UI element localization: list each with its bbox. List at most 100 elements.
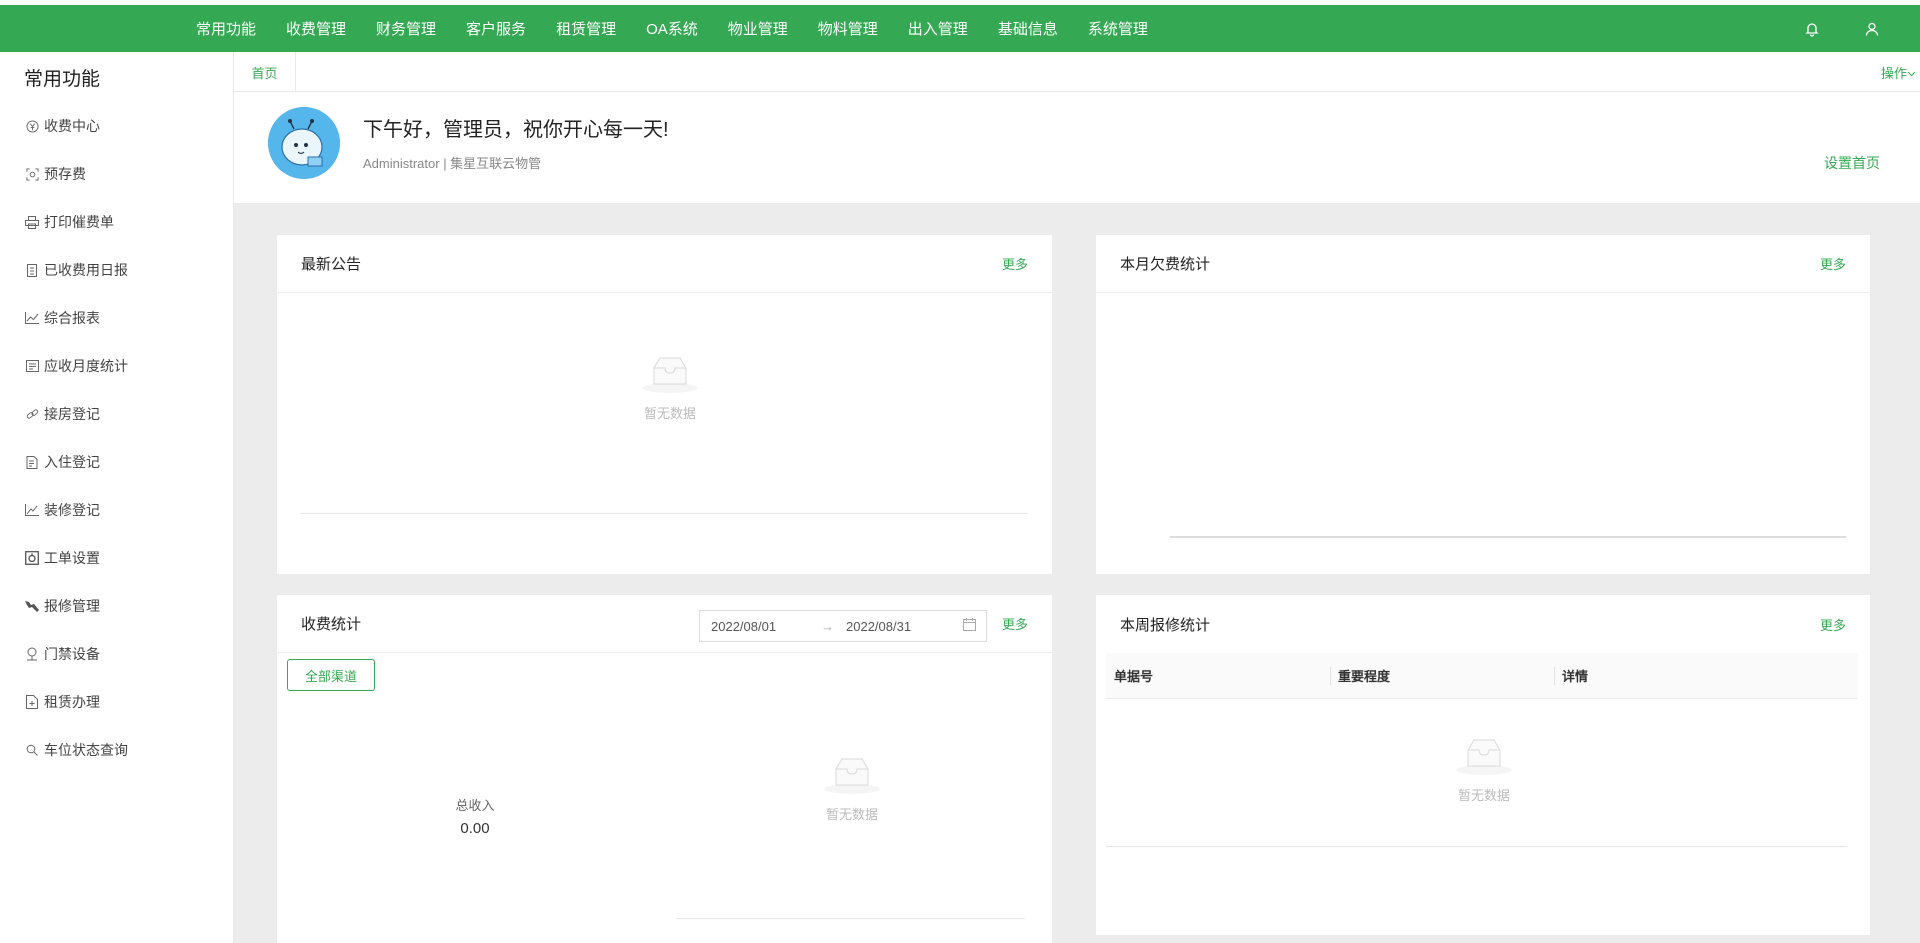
sidebar-item-label: 打印催费单 xyxy=(44,214,114,230)
sidebar-item-parking-query[interactable]: 车位状态查询 xyxy=(0,726,233,774)
card-header: 本周报修统计 更多 xyxy=(1096,595,1870,653)
settings-box-icon xyxy=(24,550,40,566)
file-add-icon xyxy=(24,694,40,710)
empty-state: 暂无数据 xyxy=(630,354,710,422)
divider xyxy=(676,918,1025,919)
sidebar-item-label: 收费中心 xyxy=(44,118,100,134)
column-header: 单据号 xyxy=(1114,669,1154,684)
total-income: 总收入 0.00 xyxy=(425,795,525,837)
arrow-right-icon: → xyxy=(821,618,834,634)
report-icon xyxy=(24,262,40,278)
document-icon xyxy=(24,454,40,470)
fee-stats-card: 收费统计 2022/08/01 → 2022/08/31 更多 全部渠道 总收入… xyxy=(277,595,1052,943)
all-channels-button[interactable]: 全部渠道 xyxy=(287,659,375,691)
divider xyxy=(1106,846,1847,847)
sidebar-item-label: 报修管理 xyxy=(44,598,100,614)
total-income-label: 总收入 xyxy=(455,798,495,813)
link-icon xyxy=(24,406,40,422)
topnav-item-materials[interactable]: 物料管理 xyxy=(818,18,878,39)
topnav-item-access[interactable]: 出入管理 xyxy=(908,18,968,39)
empty-state: 暂无数据 xyxy=(812,755,892,823)
sidebar-item-label: 装修登记 xyxy=(44,502,100,518)
sidebar-item-label: 应收月度统计 xyxy=(44,358,128,374)
welcome-panel: 下午好，管理员，祝你开心每一天! Administrator | 集星互联云物管… xyxy=(234,92,1920,203)
tab-home[interactable]: 首页 xyxy=(234,52,296,92)
empty-state: 暂无数据 xyxy=(1444,736,1524,804)
more-link[interactable]: 更多 xyxy=(1002,614,1028,633)
deposit-icon xyxy=(24,166,40,182)
avatar xyxy=(268,107,340,179)
bell-icon[interactable] xyxy=(1804,21,1820,37)
column-header: 详情 xyxy=(1554,653,1858,699)
sidebar-item-print-notice[interactable]: 打印催费单 xyxy=(0,198,233,246)
sidebar-item-access-device[interactable]: 门禁设备 xyxy=(0,630,233,678)
main-content: 首页 操作 下午好，管理员，祝你开心每一天! Administrator | 集… xyxy=(234,52,1920,943)
tab-bar: 首页 操作 xyxy=(234,52,1920,92)
sidebar-item-lease[interactable]: 租赁办理 xyxy=(0,678,233,726)
card-header: 最新公告 更多 xyxy=(277,235,1052,293)
topnav-item-customer[interactable]: 客户服务 xyxy=(466,18,526,39)
topnav-item-basic-info[interactable]: 基础信息 xyxy=(998,18,1058,39)
sidebar-item-label: 入住登记 xyxy=(44,454,100,470)
sidebar-item-label: 车位状态查询 xyxy=(44,742,128,758)
more-link[interactable]: 更多 xyxy=(1002,254,1028,273)
repair-stats-card: 本周报修统计 更多 单据号 重要程度 详情 暂无数据 xyxy=(1096,595,1870,935)
user-org-info: Administrator | 集星互联云物管 xyxy=(363,156,542,171)
chevron-down-icon xyxy=(1907,65,1916,80)
set-home-link[interactable]: 设置首页 xyxy=(1824,153,1880,173)
topnav-item-oa[interactable]: OA系统 xyxy=(646,18,698,39)
line-chart-icon xyxy=(24,310,40,326)
user-icon[interactable] xyxy=(1864,21,1880,37)
topnav-item-common[interactable]: 常用功能 xyxy=(196,18,256,39)
printer-icon xyxy=(24,214,40,230)
topnav-item-system[interactable]: 系统管理 xyxy=(1088,18,1148,39)
card-header: 收费统计 2022/08/01 → 2022/08/31 更多 xyxy=(277,595,1052,653)
empty-box-icon xyxy=(640,357,700,398)
sidebar-title: 常用功能 xyxy=(24,69,101,90)
more-link[interactable]: 更多 xyxy=(1820,615,1846,634)
total-income-value: 0.00 xyxy=(460,820,490,837)
sidebar: 常用功能 收费中心 预存费 打印催费单 已收费用日报 综合报表 应收月度统计 接… xyxy=(0,52,234,943)
sidebar-item-label: 门禁设备 xyxy=(44,646,100,662)
divider xyxy=(300,513,1028,514)
sidebar-item-monthly-receivable[interactable]: 应收月度统计 xyxy=(0,342,233,390)
topnav-item-lease[interactable]: 租赁管理 xyxy=(556,18,616,39)
sidebar-item-handover[interactable]: 接房登记 xyxy=(0,390,233,438)
start-date[interactable]: 2022/08/01 xyxy=(711,619,821,634)
topnav-item-finance[interactable]: 财务管理 xyxy=(376,18,436,39)
arrears-card: 本月欠费统计 更多 xyxy=(1096,235,1870,574)
sidebar-item-label: 综合报表 xyxy=(44,310,100,326)
sidebar-item-deposit[interactable]: 预存费 xyxy=(0,150,233,198)
sidebar-item-label: 已收费用日报 xyxy=(44,262,128,278)
sidebar-item-renovation[interactable]: 装修登记 xyxy=(0,486,233,534)
sidebar-item-charge-center[interactable]: 收费中心 xyxy=(0,102,233,150)
top-navbar: 常用功能 收费管理 财务管理 客户服务 租赁管理 OA系统 物业管理 物料管理 … xyxy=(0,5,1920,52)
chart-baseline xyxy=(1170,536,1846,538)
sidebar-item-repair[interactable]: 报修管理 xyxy=(0,582,233,630)
sidebar-item-checkin[interactable]: 入住登记 xyxy=(0,438,233,486)
topnav-item-charges[interactable]: 收费管理 xyxy=(286,18,346,39)
yen-circle-icon xyxy=(24,118,40,134)
sidebar-item-daily-report[interactable]: 已收费用日报 xyxy=(0,246,233,294)
empty-box-icon xyxy=(1454,739,1514,780)
card-header: 本月欠费统计 更多 xyxy=(1096,235,1870,293)
top-nav-menu: 常用功能 收费管理 财务管理 客户服务 租赁管理 OA系统 物业管理 物料管理 … xyxy=(196,5,1178,52)
topnav-item-property[interactable]: 物业管理 xyxy=(728,18,788,39)
end-date[interactable]: 2022/08/31 xyxy=(846,619,956,634)
tool-icon xyxy=(24,598,40,614)
sidebar-item-overall-report[interactable]: 综合报表 xyxy=(0,294,233,342)
empty-box-icon xyxy=(822,758,882,799)
operations-dropdown[interactable]: 操作 xyxy=(1881,52,1920,92)
more-link[interactable]: 更多 xyxy=(1820,254,1846,273)
sidebar-item-label: 接房登记 xyxy=(44,406,100,422)
top-actions xyxy=(1804,5,1880,52)
table-header: 单据号 重要程度 详情 xyxy=(1106,653,1858,699)
date-range-picker[interactable]: 2022/08/01 → 2022/08/31 xyxy=(699,610,987,642)
sidebar-item-label: 租赁办理 xyxy=(44,694,100,710)
sidebar-menu: 收费中心 预存费 打印催费单 已收费用日报 综合报表 应收月度统计 接房登记 入… xyxy=(0,102,233,774)
sidebar-item-workorder-settings[interactable]: 工单设置 xyxy=(0,534,233,582)
sidebar-item-label: 预存费 xyxy=(44,166,86,182)
card-title: 收费统计 xyxy=(301,616,362,633)
chart-icon xyxy=(24,502,40,518)
sidebar-item-label: 工单设置 xyxy=(44,550,100,566)
